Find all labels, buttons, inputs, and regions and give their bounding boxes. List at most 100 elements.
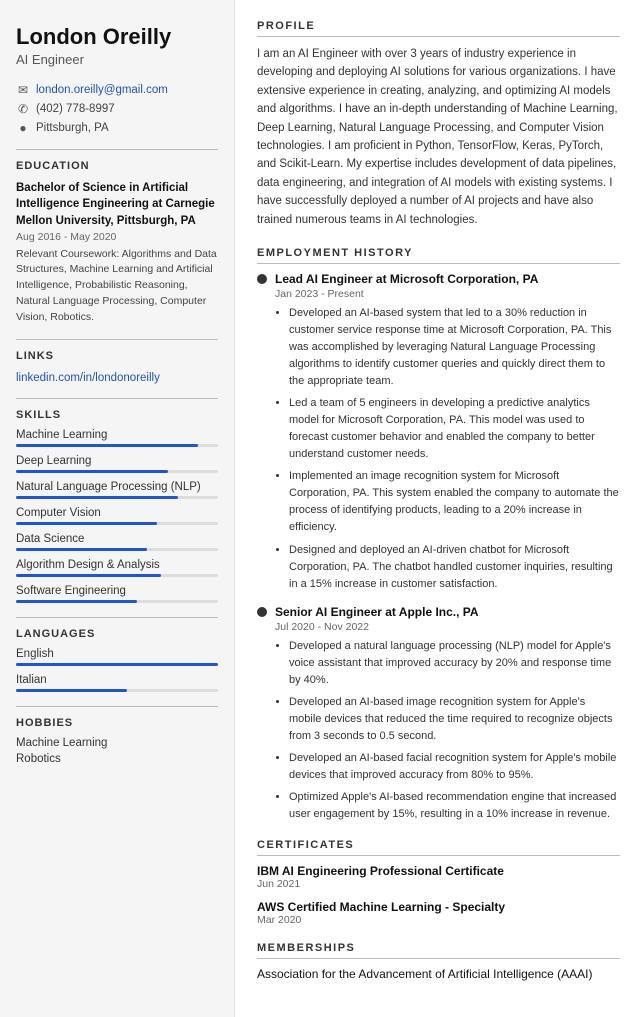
job-bullets: Developed an AI-based system that led to… (275, 305, 620, 593)
certs-list: IBM AI Engineering Professional Certific… (257, 864, 620, 926)
job-date: Jul 2020 - Nov 2022 (275, 621, 620, 633)
skill-label: Deep Learning (16, 455, 218, 467)
linkedin-link[interactable]: linkedin.com/in/londonoreilly (16, 370, 218, 384)
skills-section-title: SKILLS (16, 409, 218, 421)
sidebar: London Oreilly AI Engineer ✉ london.orei… (0, 0, 235, 1017)
jobs-list: Lead AI Engineer at Microsoft Corporatio… (257, 272, 620, 823)
education-section-title: EDUCATION (16, 160, 218, 172)
divider-education (16, 149, 218, 150)
memberships-section: MEMBERSHIPS Association for the Advancem… (257, 942, 620, 981)
hobby-item: Robotics (16, 753, 218, 765)
phone-icon: ✆ (16, 102, 30, 116)
skill-bar-fill (16, 574, 161, 577)
skill-label: Natural Language Processing (NLP) (16, 481, 218, 493)
cert-name: AWS Certified Machine Learning - Special… (257, 900, 620, 914)
profile-section: PROFILE I am an AI Engineer with over 3 … (257, 20, 620, 229)
skill-bar-bg (16, 470, 218, 473)
cert-name: IBM AI Engineering Professional Certific… (257, 864, 620, 878)
job-bullet: Designed and deployed an AI-driven chatb… (289, 542, 620, 593)
education-coursework: Relevant Coursework: Algorithms and Data… (16, 247, 218, 326)
job-bullet: Developed an AI-based facial recognition… (289, 750, 620, 784)
memberships-section-title: MEMBERSHIPS (257, 942, 620, 959)
job-dot (257, 274, 267, 284)
skill-bar-fill (16, 522, 157, 525)
language-label: Italian (16, 674, 218, 686)
skills-list: Machine Learning Deep Learning Natural L… (16, 429, 218, 603)
skill-item: Natural Language Processing (NLP) (16, 481, 218, 499)
lang-bar-fill (16, 663, 218, 666)
job-item: Lead AI Engineer at Microsoft Corporatio… (257, 272, 620, 593)
divider-links (16, 339, 218, 340)
skill-bar-fill (16, 470, 168, 473)
skill-item: Data Science (16, 533, 218, 551)
sidebar-name: London Oreilly (16, 24, 218, 50)
job-title-line: Senior AI Engineer at Apple Inc., PA (257, 605, 620, 619)
sidebar-title: AI Engineer (16, 52, 218, 67)
certificates-section: CERTIFICATES IBM AI Engineering Professi… (257, 839, 620, 926)
language-item: Italian (16, 674, 218, 692)
cert-item: AWS Certified Machine Learning - Special… (257, 900, 620, 926)
skill-item: Software Engineering (16, 585, 218, 603)
resume-container: London Oreilly AI Engineer ✉ london.orei… (0, 0, 640, 1017)
profile-text: I am an AI Engineer with over 3 years of… (257, 45, 620, 229)
skill-label: Machine Learning (16, 429, 218, 441)
membership-item: Association for the Advancement of Artif… (257, 967, 620, 981)
lang-bar-fill (16, 689, 127, 692)
skill-label: Data Science (16, 533, 218, 545)
language-item: English (16, 648, 218, 666)
location-icon: ● (16, 121, 30, 135)
skill-bar-bg (16, 444, 218, 447)
skill-bar-fill (16, 548, 147, 551)
languages-list: English Italian (16, 648, 218, 692)
education-date: Aug 2016 - May 2020 (16, 231, 218, 243)
job-title: Senior AI Engineer at Apple Inc., PA (275, 605, 479, 619)
job-date: Jan 2023 - Present (275, 288, 620, 300)
languages-section-title: LANGUAGES (16, 628, 218, 640)
skill-bar-fill (16, 444, 198, 447)
profile-section-title: PROFILE (257, 20, 620, 37)
divider-hobbies (16, 706, 218, 707)
cert-item: IBM AI Engineering Professional Certific… (257, 864, 620, 890)
skill-bar-fill (16, 496, 178, 499)
contact-phone: ✆ (402) 778-8997 (16, 102, 218, 116)
employment-section: EMPLOYMENT HISTORY Lead AI Engineer at M… (257, 247, 620, 823)
job-bullet: Developed an AI-based system that led to… (289, 305, 620, 390)
contact-location: ● Pittsburgh, PA (16, 121, 218, 135)
lang-bar-bg (16, 689, 218, 692)
hobby-item: Machine Learning (16, 737, 218, 749)
lang-bar-bg (16, 663, 218, 666)
job-bullets: Developed a natural language processing … (275, 638, 620, 823)
main-content: PROFILE I am an AI Engineer with over 3 … (235, 0, 640, 1017)
skill-bar-fill (16, 600, 137, 603)
divider-languages (16, 617, 218, 618)
job-dot (257, 607, 267, 617)
job-bullet: Optimized Apple's AI-based recommendatio… (289, 789, 620, 823)
skill-bar-bg (16, 522, 218, 525)
memberships-list: Association for the Advancement of Artif… (257, 967, 620, 981)
links-section-title: LINKS (16, 350, 218, 362)
language-label: English (16, 648, 218, 660)
skill-bar-bg (16, 600, 218, 603)
certificates-section-title: CERTIFICATES (257, 839, 620, 856)
skill-label: Algorithm Design & Analysis (16, 559, 218, 571)
job-title: Lead AI Engineer at Microsoft Corporatio… (275, 272, 538, 286)
divider-skills (16, 398, 218, 399)
job-item: Senior AI Engineer at Apple Inc., PA Jul … (257, 605, 620, 823)
employment-section-title: EMPLOYMENT HISTORY (257, 247, 620, 264)
skill-label: Software Engineering (16, 585, 218, 597)
contact-email[interactable]: ✉ london.oreilly@gmail.com (16, 83, 218, 97)
skill-item: Algorithm Design & Analysis (16, 559, 218, 577)
skill-bar-bg (16, 548, 218, 551)
skill-item: Computer Vision (16, 507, 218, 525)
skill-item: Machine Learning (16, 429, 218, 447)
skill-item: Deep Learning (16, 455, 218, 473)
hobbies-section-title: HOBBIES (16, 717, 218, 729)
cert-date: Jun 2021 (257, 878, 620, 890)
job-bullet: Implemented an image recognition system … (289, 468, 620, 536)
job-bullet: Developed a natural language processing … (289, 638, 620, 689)
job-bullet: Developed an AI-based image recognition … (289, 694, 620, 745)
skill-bar-bg (16, 496, 218, 499)
job-title-line: Lead AI Engineer at Microsoft Corporatio… (257, 272, 620, 286)
hobbies-list: Machine Learning Robotics (16, 737, 218, 765)
skill-label: Computer Vision (16, 507, 218, 519)
